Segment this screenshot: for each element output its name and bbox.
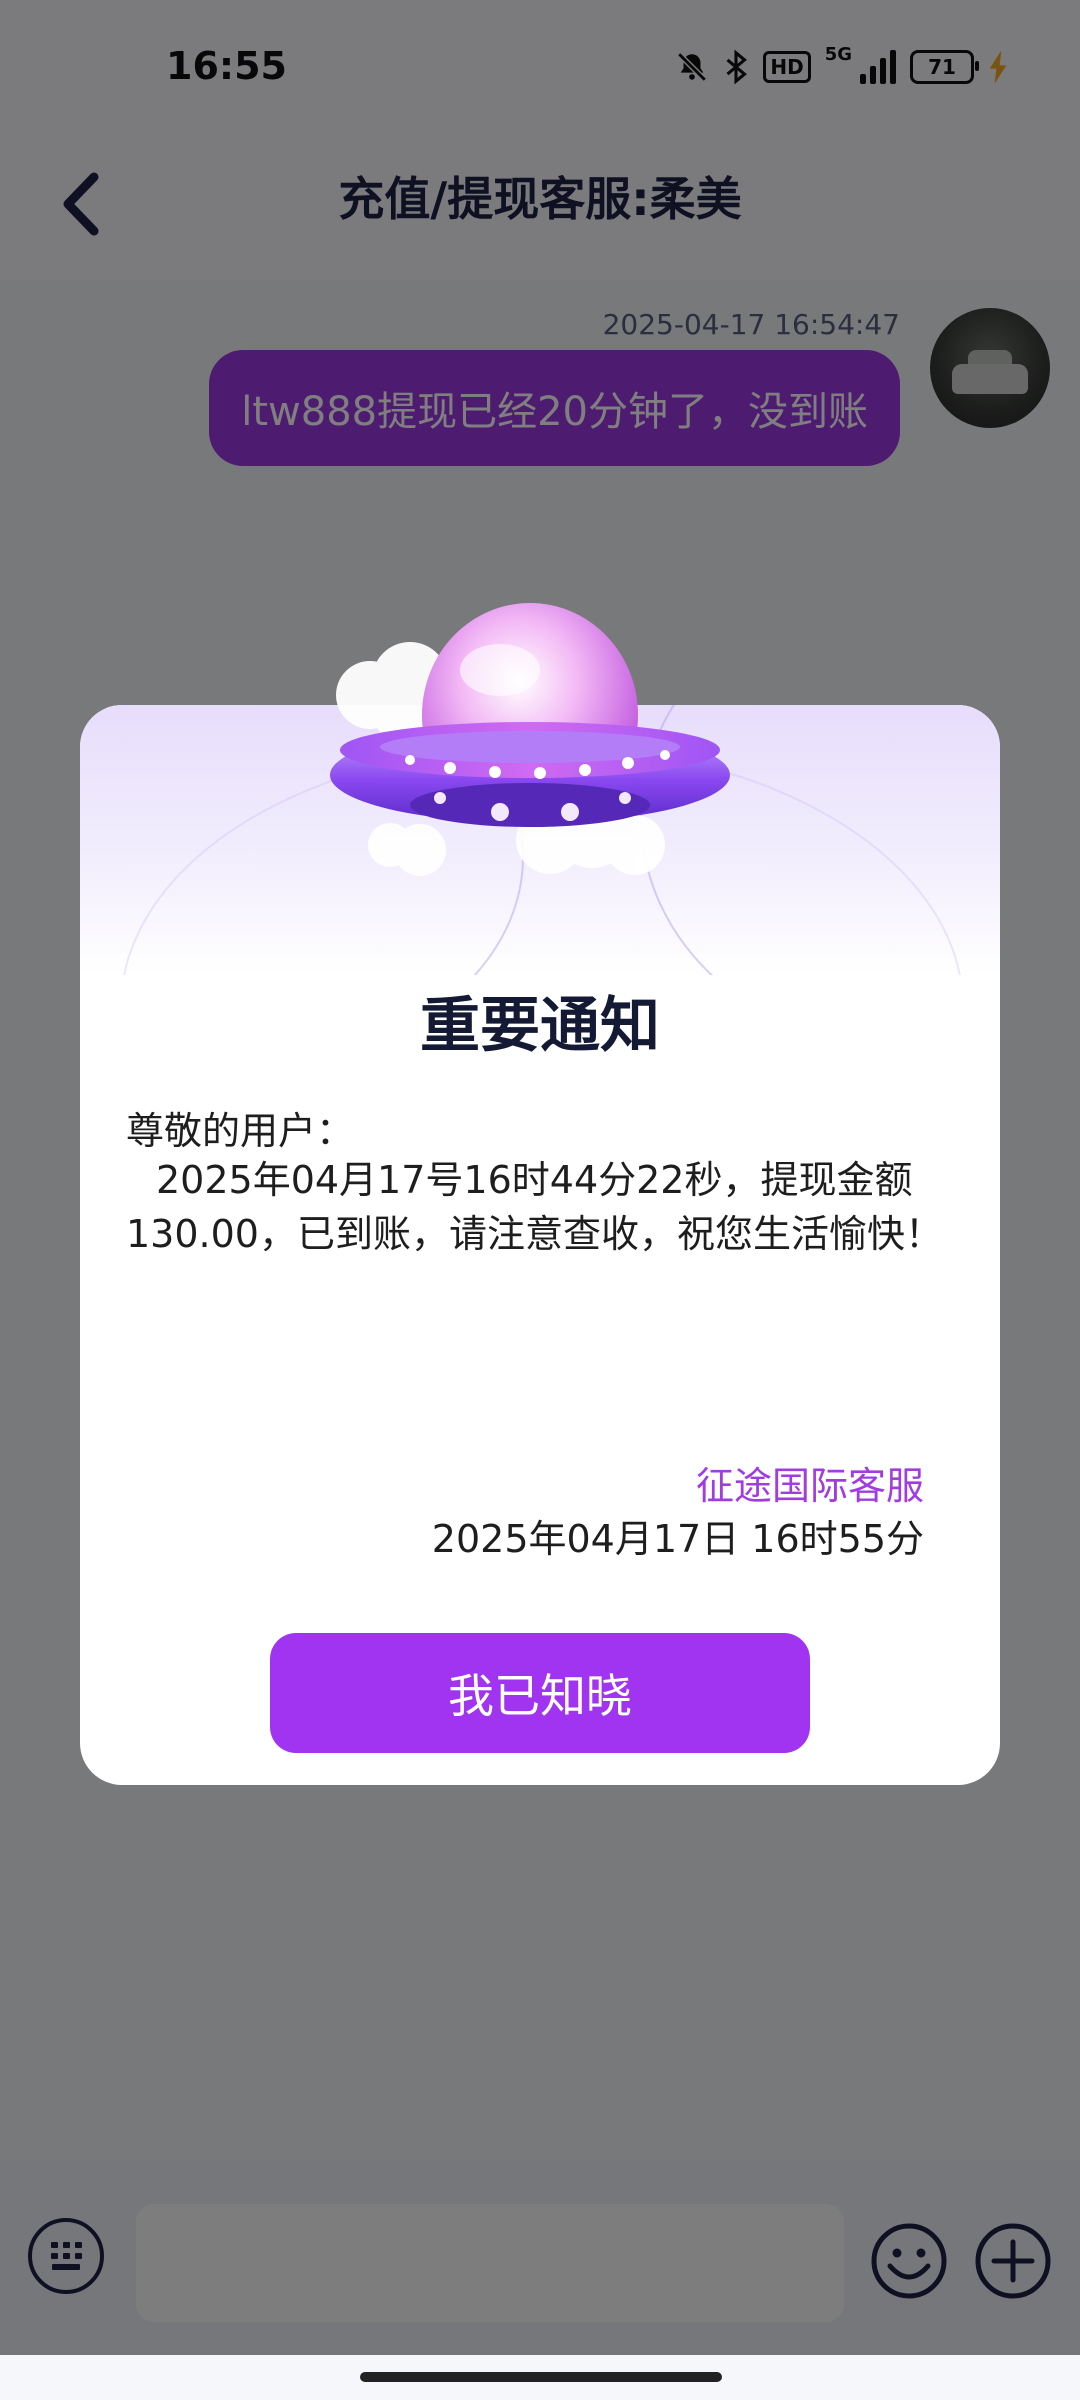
ufo-illustration — [330, 603, 730, 876]
home-indicator[interactable] — [360, 2372, 722, 2382]
dialog-date: 2025年04月17日 16时55分 — [431, 1517, 924, 1561]
dialog-title: 重要通知 — [420, 991, 660, 1061]
dialog-signature: 征途国际客服 — [695, 1464, 924, 1508]
dialog-greeting: 尊敬的用户： — [126, 1109, 355, 1153]
dialog-message: 2025年04月17号16时44分22秒，提现金额130.00，已到账，请注意查… — [126, 1158, 943, 1256]
acknowledge-button[interactable]: 我已知晓 — [270, 1633, 810, 1753]
notice-dialog: 重要通知 尊敬的用户： 2025年04月17号16时44分22秒，提现金额130… — [80, 603, 1000, 1785]
